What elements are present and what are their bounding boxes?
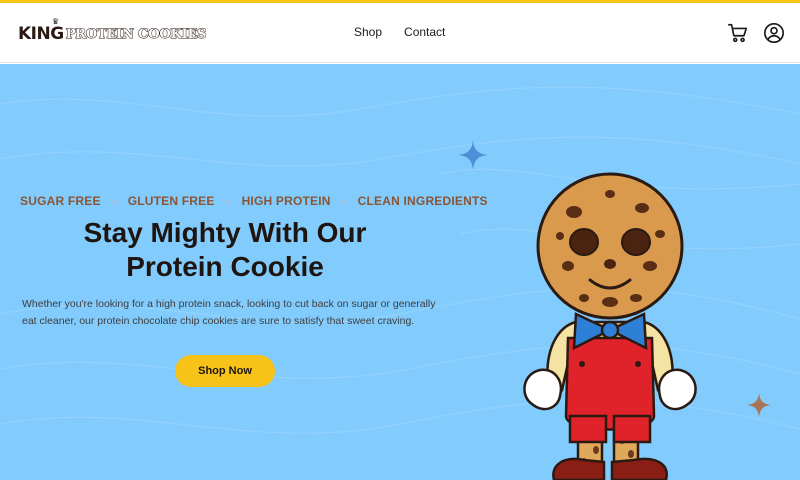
cart-icon[interactable]	[727, 22, 749, 44]
feature-separator	[341, 198, 347, 204]
nav-item-contact[interactable]: Contact	[404, 25, 445, 39]
feature-list: SUGAR FREE GLUTEN FREE HIGH PROTEIN CLEA…	[20, 194, 488, 208]
brand-name-rest: PROTEIN COOKIES	[65, 26, 207, 42]
brand-name-king: KING	[18, 24, 64, 44]
account-icon[interactable]	[763, 22, 785, 44]
feature-high-protein: HIGH PROTEIN	[241, 194, 331, 208]
feature-separator	[111, 198, 117, 204]
feature-gluten-free: GLUTEN FREE	[127, 194, 215, 208]
sparkle-icon	[747, 393, 771, 417]
brand-logo[interactable]: KING ♛ PROTEIN COOKIES	[18, 17, 207, 47]
main-nav: Shop Contact	[354, 25, 445, 39]
cookie-mascot-illustration	[523, 172, 697, 480]
shop-now-button[interactable]: Shop Now	[175, 355, 275, 387]
crown-icon: ♛	[52, 17, 60, 26]
site-header: KING ♛ PROTEIN COOKIES Shop Contact	[0, 3, 800, 63]
hero-headline: Stay Mighty With Our Protein Cookie	[20, 216, 430, 284]
feature-clean-ingredients: CLEAN INGREDIENTS	[357, 194, 488, 208]
feature-sugar-free: SUGAR FREE	[20, 194, 101, 208]
nav-item-shop[interactable]: Shop	[354, 25, 382, 39]
headline-line-2: Protein Cookie	[126, 251, 324, 282]
sparkle-icon	[458, 140, 488, 170]
hero-description: Whether you're looking for a high protei…	[22, 298, 436, 327]
feature-separator	[225, 198, 231, 204]
hero-section: SUGAR FREE GLUTEN FREE HIGH PROTEIN CLEA…	[0, 64, 800, 480]
headline-line-1: Stay Mighty With Our	[83, 217, 367, 248]
